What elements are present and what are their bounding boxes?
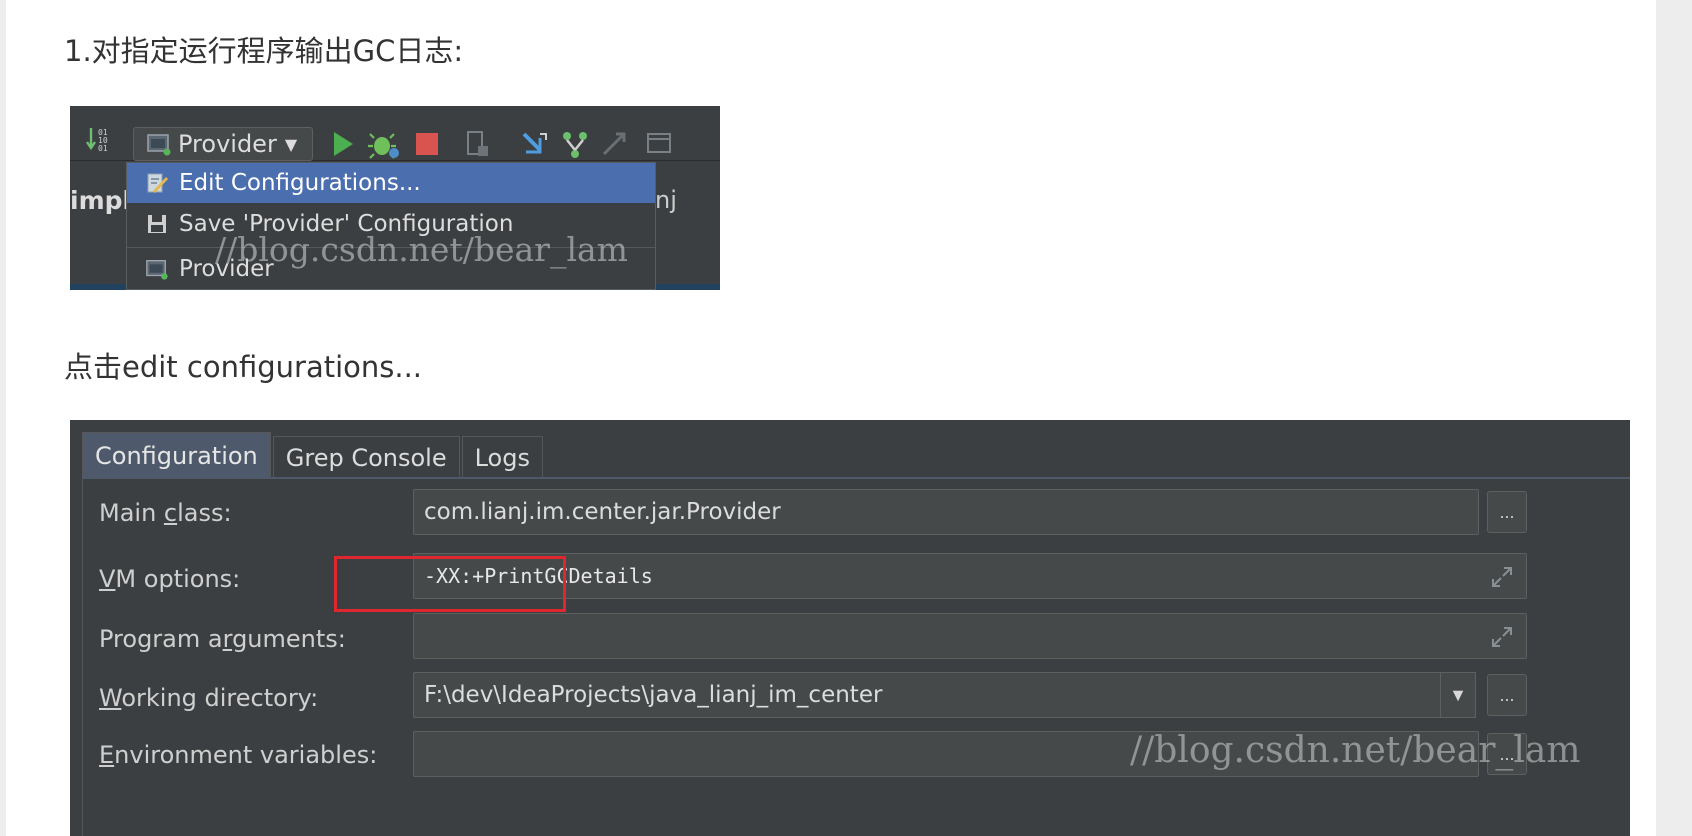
expand-icon[interactable] <box>1490 565 1514 589</box>
tab-configuration[interactable]: Configuration <box>82 432 271 478</box>
run-icon[interactable] <box>325 128 359 160</box>
step-1-text: 1.对指定运行程序输出GC日志: <box>64 34 464 68</box>
menu-item-edit-configurations[interactable]: Edit Configurations... <box>127 163 655 203</box>
editor-bg-text-right: nj <box>655 186 677 214</box>
run-config-dialog-screenshot: Configuration Grep Console Logs Main cla… <box>70 420 1630 836</box>
ide-toolbar: 01 10 01 Provider ▼ <box>70 106 720 161</box>
label-text: lass: <box>177 499 232 527</box>
label-text: Program a <box>99 625 223 653</box>
vm-options-value: -XX:+PrintGCDetails <box>424 564 653 588</box>
window-icon[interactable] <box>642 128 676 160</box>
app-config-icon <box>147 134 171 156</box>
ide-toolbar-screenshot: 01 10 01 Provider ▼ impl nj Edit Configu… <box>70 106 720 290</box>
config-tabs: Configuration Grep Console Logs <box>82 432 545 478</box>
menu-separator <box>127 247 655 248</box>
vm-options-label: VM options: <box>99 565 240 593</box>
menu-item-label: Provider <box>179 256 274 282</box>
environment-variables-label: Environment variables: <box>99 741 377 769</box>
stop-icon[interactable] <box>410 128 444 160</box>
label-text: orking directory: <box>121 684 319 712</box>
main-class-label: Main class: <box>99 499 232 527</box>
vm-options-field[interactable]: -XX:+PrintGCDetails <box>413 553 1527 599</box>
expand-icon[interactable] <box>1490 625 1514 649</box>
tab-logs[interactable]: Logs <box>461 436 543 478</box>
working-directory-dropdown[interactable]: ▼ <box>1440 672 1476 718</box>
chevron-down-icon: ▼ <box>284 134 298 154</box>
main-class-value: com.lianj.im.center.jar.Provider <box>424 499 781 525</box>
mnemonic: W <box>99 684 122 712</box>
build-artifact-icon[interactable] <box>460 128 494 160</box>
run-config-label: Provider <box>178 130 277 158</box>
article-body: 1.对指定运行程序输出GC日志: 01 10 01 Provider ▼ imp… <box>6 0 1656 836</box>
menu-item-label: Edit Configurations... <box>179 170 421 196</box>
page: 1.对指定运行程序输出GC日志: 01 10 01 Provider ▼ imp… <box>0 0 1692 836</box>
working-directory-label: Working directory: <box>99 684 318 712</box>
app-config-icon <box>146 259 168 280</box>
edit-config-icon <box>147 173 168 193</box>
label-text: guments: <box>232 625 346 653</box>
program-arguments-field[interactable] <box>413 613 1527 659</box>
label-text: Main <box>99 499 164 527</box>
editor-bg-text-left: impl <box>70 186 132 215</box>
svg-text:01: 01 <box>98 144 108 153</box>
working-directory-value: F:\dev\IdeaProjects\java_lianj_im_center <box>424 682 883 708</box>
working-directory-field[interactable]: F:\dev\IdeaProjects\java_lianj_im_center <box>413 672 1475 718</box>
working-directory-browse-button[interactable]: ... <box>1487 674 1527 716</box>
menu-item-label: Save 'Provider' Configuration <box>179 211 514 237</box>
environment-variables-field[interactable] <box>413 731 1479 777</box>
menu-item-save-configuration[interactable]: Save 'Provider' Configuration <box>127 204 655 244</box>
program-arguments-label: Program arguments: <box>99 625 346 653</box>
binary-sort-icon[interactable]: 01 10 01 <box>86 126 112 154</box>
vcs-update-icon[interactable] <box>518 128 552 160</box>
environment-variables-browse-button[interactable]: ... <box>1487 733 1527 775</box>
label-text: nvironment variables: <box>114 741 378 769</box>
mnemonic: c <box>163 499 178 527</box>
vcs-branch-icon[interactable] <box>558 128 592 160</box>
mnemonic: E <box>99 741 115 769</box>
run-config-combo[interactable]: Provider ▼ <box>133 127 313 161</box>
menu-item-provider[interactable]: Provider <box>127 249 655 289</box>
debug-icon[interactable] <box>367 128 401 160</box>
mnemonic: r <box>222 625 233 653</box>
run-config-menu: Edit Configurations... Save 'Provider' C… <box>126 162 656 290</box>
label-text: M options: <box>115 565 241 593</box>
main-class-browse-button[interactable]: ... <box>1487 491 1527 533</box>
save-icon <box>148 215 166 233</box>
configuration-panel: Main class: com.lianj.im.center.jar.Prov… <box>82 479 1630 836</box>
main-class-field[interactable]: com.lianj.im.center.jar.Provider <box>413 489 1479 535</box>
tab-grep-console[interactable]: Grep Console <box>272 436 460 478</box>
step-2-text: 点击edit configurations... <box>64 350 423 384</box>
vcs-push-icon[interactable] <box>598 128 632 160</box>
mnemonic: V <box>99 565 116 593</box>
